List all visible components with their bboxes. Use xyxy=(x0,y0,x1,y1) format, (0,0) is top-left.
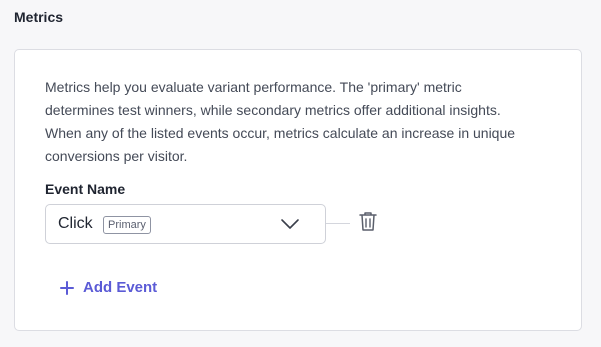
description-line: determines test winners, while secondary… xyxy=(45,102,501,118)
metrics-page: Metrics Metrics help you evaluate varian… xyxy=(0,0,601,347)
description-line: conversions per visitor. xyxy=(45,148,188,164)
description-line: Metrics help you evaluate variant perfor… xyxy=(45,79,462,95)
add-event-label: Add Event xyxy=(83,279,158,296)
add-event-button[interactable]: Add Event xyxy=(60,279,157,296)
event-name-label: Event Name xyxy=(45,181,126,197)
plus-icon xyxy=(60,280,74,295)
event-select-value: Click xyxy=(58,215,93,232)
chevron-down-icon xyxy=(281,219,299,229)
metrics-description: Metrics help you evaluate variant perfor… xyxy=(45,76,545,168)
event-connector-line xyxy=(326,223,350,224)
primary-badge: Primary xyxy=(103,216,151,234)
trash-icon[interactable] xyxy=(359,211,377,232)
event-select[interactable]: Click Primary xyxy=(45,204,326,244)
metrics-card: Metrics help you evaluate variant perfor… xyxy=(14,49,582,331)
description-line: When any of the listed events occur, met… xyxy=(45,125,516,141)
section-title: Metrics xyxy=(14,9,64,25)
